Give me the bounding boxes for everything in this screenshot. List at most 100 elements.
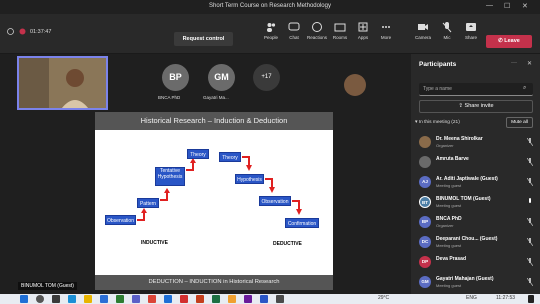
ind-step-pattern: Pattern [137,198,159,208]
panel-title: Participants [419,61,457,68]
ded-step-observation: Observation [259,196,291,206]
tile-avatar-bp[interactable]: BP [162,64,189,91]
edge-icon[interactable] [68,295,76,303]
toolbar-reactions[interactable]: Reactions [306,21,328,40]
presenter-video[interactable] [17,56,108,110]
weather-text: 29°C [378,295,390,301]
meeting-timer: 01:37:47 [30,29,52,35]
start-icon[interactable] [20,295,28,303]
powerpoint-icon[interactable] [196,295,204,303]
store-icon[interactable] [100,295,108,303]
mic-off-icon [527,158,533,166]
clock[interactable]: 11:27:53 [496,295,515,301]
pdf-icon[interactable] [180,295,188,303]
toolbar-people[interactable]: People [260,21,282,40]
teams-icon[interactable] [132,295,140,303]
camera-icon [418,24,428,30]
participant-avatar: DP [419,256,431,268]
ind-step-tentative-hypothesis: Tentative Hypothesis [155,167,185,186]
search-placeholder: Type a name [423,86,452,92]
participant-avatar: BT [419,196,431,208]
participant-avatar [419,136,431,148]
participant-row[interactable]: GM Gayatri Mahajan (Guest) Meeting guest [419,273,537,293]
taskbar-search-icon[interactable] [36,295,44,303]
chrome-icon[interactable] [148,295,156,303]
participant-avatar: AJ [419,176,431,188]
mute-all-button[interactable]: Mute all [506,117,533,128]
folder-icon[interactable] [228,295,236,303]
os-taskbar: 29°C ENG 11:27:53 [0,294,540,304]
participant-row[interactable]: Dr. Meena Shirolkar Organizer [419,133,537,153]
search-icon: ⌕ [523,85,527,91]
participant-row[interactable]: Amruta Barve [419,153,537,173]
app-icon[interactable] [116,295,124,303]
toolbar-share[interactable]: Share [460,21,482,40]
task-view-icon[interactable] [52,295,60,303]
slide-footer: DEDUCTION – INDUCTION in Historical Rese… [95,275,333,290]
toolbar-rooms[interactable]: Rooms [329,21,351,40]
tile-name-bp: BNCA PhD [158,95,181,100]
meeting-section-header[interactable]: ▾ In this meeting (21) [415,120,460,125]
participant-row[interactable]: AJ Ar. Aditi Japtiwale (Guest) Meeting g… [419,173,537,193]
title-bar: Short Term Course on Research Methodolog… [0,0,540,14]
rooms-icon [334,23,346,32]
word-icon[interactable] [164,295,172,303]
participant-photo[interactable] [344,74,366,96]
deductive-label: DEDUCTIVE [273,241,302,247]
notification-icon[interactable] [528,295,534,303]
overflow-participants[interactable]: +17 [253,64,280,91]
app-icon-4[interactable] [276,295,284,303]
presenter-photo [19,58,106,108]
ded-step-theory: Theory [219,152,241,162]
participant-row[interactable]: DC Deeparani Chou... (Guest) Meeting gue… [419,233,537,253]
ind-arrow-2 [160,188,170,201]
tile-name-gm: Gayatri Ma... [203,95,229,100]
request-control-button[interactable]: Request control [174,32,233,46]
mic-off-icon [527,238,533,246]
share-icon [466,23,476,31]
search-input[interactable]: Type a name ⌕ [419,83,533,96]
apps-icon [358,22,368,32]
excel-icon[interactable] [212,295,220,303]
leave-button[interactable]: ✆ Leave [486,35,532,48]
language-indicator[interactable]: ENG [466,295,477,301]
toolbar-mic[interactable]: Mic [436,21,458,40]
participant-row[interactable]: DP Deva Prasad [419,253,537,273]
ded-arrow-2 [265,178,275,193]
participant-avatar: GM [419,276,431,288]
tile-avatar-gm[interactable]: GM [208,64,235,91]
panel-more-icon[interactable]: ··· [511,60,517,66]
mic-on-icon [529,198,531,203]
minimize-icon[interactable]: — [486,2,493,9]
file-explorer-icon[interactable] [84,295,92,303]
toolbar-chat[interactable]: Chat [283,21,305,40]
mic-off-icon [527,218,533,226]
chat-icon [288,22,300,31]
share-invite-button[interactable]: ⇪ Share invite [419,100,533,113]
mic-off-icon [527,278,533,286]
ded-arrow-1 [242,156,252,171]
participant-row[interactable]: BT BINUMOL TOM (Guest) Meeting guest [419,193,537,213]
slide-title: Historical Research – Induction & Deduct… [95,112,333,130]
toolbar-camera[interactable]: Camera [412,21,434,40]
participant-avatar [419,156,431,168]
mic-off-icon [527,258,533,266]
toolbar-apps[interactable]: Apps [352,21,374,40]
panel-close-icon[interactable]: ✕ [527,60,532,67]
share-invite-icon: ⇪ [458,103,464,109]
chevron-down-icon: ▾ [415,120,418,125]
inductive-label: INDUCTIVE [141,240,168,246]
ded-arrow-3 [292,200,302,215]
close-icon[interactable]: ✕ [522,2,528,10]
mic-off-icon [527,178,533,186]
ind-arrow-1 [137,208,147,221]
toolbar-more[interactable]: More [375,21,397,40]
recording-icon [19,28,26,35]
app-icon-2[interactable] [244,295,252,303]
participant-row[interactable]: BP BNCA PhD Organizer [419,213,537,233]
mic-icon [442,22,452,33]
participant-avatar: BP [419,216,431,228]
maximize-icon[interactable]: ☐ [504,2,510,10]
window-title: Short Term Course on Research Methodolog… [209,3,331,9]
app-icon-3[interactable] [260,295,268,303]
